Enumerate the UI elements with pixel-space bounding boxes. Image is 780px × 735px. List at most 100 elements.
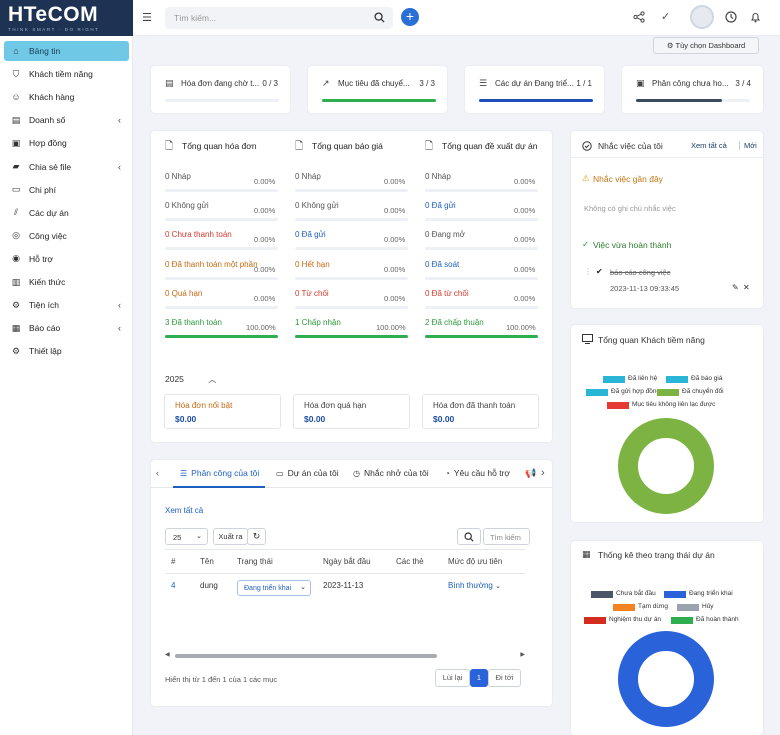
overview-row-track [295, 247, 408, 251]
refresh-button[interactable]: ↻ [247, 528, 266, 545]
year-filter[interactable]: 2025 ︿ [165, 374, 216, 385]
sidebar-item-14[interactable]: ⚙ Thiết lập [4, 341, 129, 361]
tasks-view-all-link[interactable]: Xem tất cả [165, 506, 203, 515]
tab-2[interactable]: ▭ Dự án của tôi [276, 462, 339, 487]
brand-logo[interactable]: HTeCOM THINK SMART · DO RIGHT [0, 0, 133, 36]
overview-row-label[interactable]: 0 Quá hạn [165, 289, 202, 298]
sidebar-item-6[interactable]: ▰ Chia sẻ file ‹ [4, 157, 129, 177]
chevron-up-icon[interactable]: ︿ [208, 375, 216, 384]
sidebar-item-9[interactable]: ◎ Công việc [4, 226, 129, 246]
table-scrollbar[interactable]: ◀ ▶ [165, 651, 525, 658]
share-icon[interactable] [633, 11, 645, 23]
quick-add-button[interactable]: + [401, 8, 419, 26]
table-header-cell[interactable]: Ngày bắt đầu [323, 557, 371, 566]
sidebar-item-2[interactable]: ⛉ Khách tiềm năng [4, 64, 129, 84]
stat-card-label: Mục tiêu đã chuyể... [338, 79, 410, 88]
search-icon[interactable] [374, 12, 385, 23]
task-priority[interactable]: Bình thường ⌄ [448, 581, 501, 590]
clock-icon[interactable] [725, 11, 737, 23]
pagination-next[interactable]: Đi tới [488, 669, 521, 687]
stat-card-1[interactable]: ▤ Hóa đơn đang chờ t... 0 / 3 [151, 66, 290, 113]
tab-3[interactable]: ◷ Nhắc nhở của tôi [353, 462, 429, 487]
overview-row-label[interactable]: 0 Đang mở [425, 230, 465, 239]
overview-row-label[interactable]: 0 Hết hạn [295, 260, 330, 269]
task-row-name[interactable]: dung [200, 581, 218, 590]
overview-row-label[interactable]: 0 Đã soát [425, 260, 459, 269]
dashboard-options-button[interactable]: ⚙ Tùy chọn Dashboard [653, 37, 759, 54]
table-search-input[interactable]: Tìm kiếm [483, 528, 530, 545]
overview-row-label[interactable]: 0 Đã thanh toán một phần [165, 260, 258, 269]
stat-card-4[interactable]: ▣ Phân công chưa ho... 3 / 4 [622, 66, 763, 113]
overview-row-track [425, 247, 538, 251]
done-task-item[interactable]: báo cáo công việc [610, 268, 670, 277]
reminders-new-link[interactable]: Mới [739, 141, 757, 150]
table-header-cell[interactable]: Trạng thái [237, 557, 273, 566]
scrollbar-thumb[interactable] [175, 654, 437, 658]
stat-card-2[interactable]: ↗ Mục tiêu đã chuyể... 3 / 3 [308, 66, 447, 113]
scroll-right-icon[interactable]: ▶ [520, 651, 525, 658]
table-header-cell[interactable]: Các thẻ [396, 557, 424, 566]
task-status-select[interactable]: Đang triển khai ⌄ [237, 580, 311, 596]
scroll-left-icon[interactable]: ◀ [165, 651, 170, 658]
user-avatar[interactable] [690, 5, 714, 29]
task-row-id[interactable]: 4 [171, 581, 175, 590]
search-input[interactable]: Tìm kiếm... [165, 7, 393, 29]
table-search-icon-button[interactable] [457, 528, 481, 545]
overview-row-label[interactable]: 0 Không gửi [165, 201, 209, 210]
table-header-cell[interactable]: Mức độ ưu tiên [448, 557, 502, 566]
megaphone-icon[interactable]: 📢 [525, 468, 536, 479]
sidebar-item-10[interactable]: ◉ Hỗ trợ [4, 249, 129, 269]
tab-scroll-right-icon[interactable]: › [541, 467, 545, 479]
pagination-prev[interactable]: Lùi lại [435, 669, 470, 687]
sidebar-item-13[interactable]: ▦ Báo cáo ‹ [4, 318, 129, 338]
page-size-select[interactable]: 25 ⌄ [165, 528, 208, 545]
drag-handle-icon[interactable]: ⋮ [584, 267, 592, 276]
bell-icon[interactable] [750, 11, 761, 23]
sidebar-item-7[interactable]: ▭ Chi phí [4, 180, 129, 200]
overview-row-label[interactable]: 0 Đã gửi [295, 230, 326, 239]
invoice-summary-box[interactable]: Hóa đơn đã thanh toán $0.00 [422, 394, 539, 429]
overview-row-label[interactable]: 0 Nháp [425, 172, 451, 181]
table-header-cell[interactable]: Tên [200, 557, 214, 566]
sidebar-item-11[interactable]: ▥ Kiến thức [4, 272, 129, 292]
overview-row-label[interactable]: 0 Không gửi [295, 201, 339, 210]
overview-row-label[interactable]: 0 Nháp [295, 172, 321, 181]
pagination-page-1[interactable]: 1 [470, 669, 488, 687]
legend-swatch [664, 591, 686, 598]
edit-icon[interactable]: ✎ [732, 283, 739, 292]
table-header-cell[interactable]: # [171, 557, 175, 566]
sidebar-item-5[interactable]: ▣ Hợp đồng [4, 133, 129, 153]
checkmark-icon[interactable]: ✓ [661, 10, 670, 23]
reminders-view-all-link[interactable]: Xem tất cả [691, 141, 727, 150]
sidebar-item-1[interactable]: ⌂ Bảng tin [4, 41, 129, 61]
sidebar-item-4[interactable]: ▤ Doanh số ‹ [4, 110, 129, 130]
donut-slice-4[interactable] [618, 418, 714, 514]
invoice-summary-box[interactable]: Hóa đơn nổi bật $0.00 [164, 394, 281, 429]
close-icon[interactable]: ✕ [743, 283, 750, 292]
overview-row-label[interactable]: 3 Đã thanh toán [165, 318, 222, 327]
receipt-icon: ▭ [11, 184, 21, 195]
stat-card-3[interactable]: ☰ Các dự án Đang triể... 1 / 1 [465, 66, 604, 113]
invoice-summary-label: Hóa đơn nổi bật [175, 401, 233, 410]
tab-scroll-left-icon[interactable]: ‹ [156, 468, 159, 478]
tab-1[interactable]: ☰ Phân công của tôi [180, 462, 259, 487]
overview-row-percent: 0.00% [384, 177, 406, 186]
overview-row-label[interactable]: 0 Đã gửi [425, 201, 456, 210]
tab-4[interactable]: ◔ Yêu cầu hỗ trợ [445, 462, 510, 487]
bar-chart-icon: ▦ [582, 549, 591, 559]
menu-toggle-icon[interactable]: ☰ [142, 11, 152, 24]
invoice-summary-box[interactable]: Hóa đơn quá hạn $0.00 [293, 394, 410, 429]
sidebar-item-8[interactable]: ⫽ Các dự án [4, 203, 129, 223]
overview-row-track [295, 276, 408, 280]
overview-row-label[interactable]: 0 Nháp [165, 172, 191, 181]
overview-row-label[interactable]: 0 Chưa thanh toán [165, 230, 232, 239]
donut-slice-2[interactable] [618, 631, 714, 727]
sidebar-item-12[interactable]: ⚙ Tiện ích ‹ [4, 295, 129, 315]
overview-row-label[interactable]: 0 Đã từ chối [425, 289, 469, 298]
overview-row-label[interactable]: 1 Chấp nhận [295, 318, 341, 327]
overview-row-label[interactable]: 2 Đã chấp thuận [425, 318, 484, 327]
export-button[interactable]: Xuất ra [213, 528, 248, 545]
tab-label: Dự án của tôi [287, 468, 339, 478]
overview-row-label[interactable]: 0 Từ chối [295, 289, 329, 298]
sidebar-item-3[interactable]: ☺ Khách hàng [4, 87, 129, 107]
